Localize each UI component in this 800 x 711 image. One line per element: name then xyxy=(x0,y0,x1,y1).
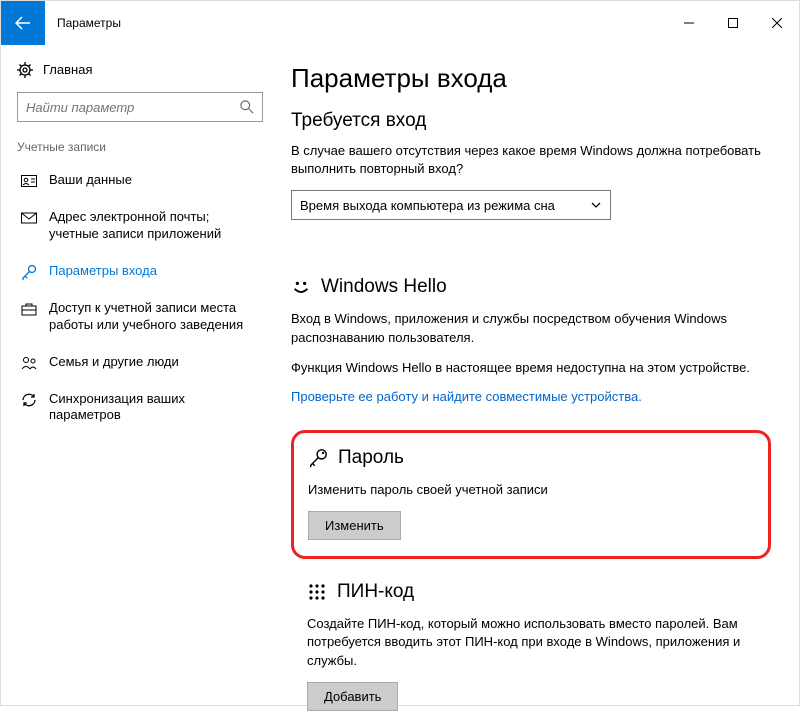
sidebar-item-label: Адрес электронной почты; учетные записи … xyxy=(49,209,259,243)
sidebar-item-your-info[interactable]: Ваши данные xyxy=(13,162,267,199)
password-desc: Изменить пароль своей учетной записи xyxy=(308,481,754,499)
password-heading: Пароль xyxy=(338,447,404,469)
signin-required-section: Требуется вход В случае вашего отсутстви… xyxy=(291,110,771,250)
sidebar-item-label: Параметры входа xyxy=(49,263,157,280)
key-icon xyxy=(21,264,37,280)
sidebar-item-label: Семья и другие люди xyxy=(49,354,179,371)
signin-required-desc: В случае вашего отсутствия через какое в… xyxy=(291,142,771,178)
sidebar-home-label: Главная xyxy=(43,62,92,77)
hello-heading: Windows Hello xyxy=(321,276,447,298)
close-icon xyxy=(772,18,782,28)
sidebar-item-signin-options[interactable]: Параметры входа xyxy=(13,253,267,290)
pin-desc: Создайте ПИН-код, который можно использо… xyxy=(307,615,771,670)
sidebar-item-work-school[interactable]: Доступ к учетной записи места работы или… xyxy=(13,290,267,344)
titlebar: Параметры xyxy=(1,1,799,45)
maximize-button[interactable] xyxy=(711,7,755,39)
gear-icon xyxy=(17,62,33,78)
chevron-down-icon xyxy=(590,199,602,211)
briefcase-icon xyxy=(21,301,37,317)
sync-icon xyxy=(21,392,37,408)
sidebar-home[interactable]: Главная xyxy=(13,57,267,92)
person-card-icon xyxy=(21,173,37,189)
pin-section: ПИН-код Создайте ПИН-код, который можно … xyxy=(291,581,771,711)
signin-required-heading: Требуется вход xyxy=(291,110,771,132)
sidebar-category: Учетные записи xyxy=(13,140,267,162)
pin-add-button[interactable]: Добавить xyxy=(307,682,398,711)
page-title: Параметры входа xyxy=(291,63,771,94)
minimize-button[interactable] xyxy=(667,7,711,39)
window-controls xyxy=(667,7,799,39)
sidebar-item-label: Доступ к учетной записи места работы или… xyxy=(49,300,259,334)
search-box[interactable] xyxy=(17,92,263,122)
people-icon xyxy=(21,355,37,371)
signin-required-dropdown[interactable]: Время выхода компьютера из режима сна xyxy=(291,190,611,220)
sidebar-item-email-accounts[interactable]: Адрес электронной почты; учетные записи … xyxy=(13,199,267,253)
dropdown-value: Время выхода компьютера из режима сна xyxy=(300,198,555,213)
window-title: Параметры xyxy=(57,16,121,30)
key-icon xyxy=(308,448,328,468)
arrow-left-icon xyxy=(15,15,31,31)
search-input[interactable] xyxy=(26,100,240,115)
pin-heading: ПИН-код xyxy=(337,581,414,603)
sidebar-item-label: Ваши данные xyxy=(49,172,132,189)
sidebar-item-label: Синхронизация ваших параметров xyxy=(49,391,259,425)
close-button[interactable] xyxy=(755,7,799,39)
password-section: Пароль Изменить пароль своей учетной зап… xyxy=(291,430,771,559)
smile-icon xyxy=(291,277,311,297)
search-icon xyxy=(240,100,254,114)
main-content: Параметры входа Требуется вход В случае … xyxy=(271,45,799,707)
sidebar-item-sync[interactable]: Синхронизация ваших параметров xyxy=(13,381,267,435)
sidebar: Главная Учетные записи Ваши данные Адрес… xyxy=(1,45,271,707)
hello-desc2: Функция Windows Hello в настоящее время … xyxy=(291,359,771,377)
pin-pad-icon xyxy=(307,582,327,602)
hello-desc1: Вход в Windows, приложения и службы поср… xyxy=(291,310,771,346)
mail-icon xyxy=(21,210,37,226)
password-change-button[interactable]: Изменить xyxy=(308,511,401,540)
sidebar-item-family[interactable]: Семья и другие люди xyxy=(13,344,267,381)
maximize-icon xyxy=(728,18,738,28)
hello-link[interactable]: Проверьте ее работу и найдите совместимы… xyxy=(291,389,771,404)
back-button[interactable] xyxy=(1,1,45,45)
minimize-icon xyxy=(684,18,694,28)
windows-hello-section: Windows Hello Вход в Windows, приложения… xyxy=(291,276,771,404)
